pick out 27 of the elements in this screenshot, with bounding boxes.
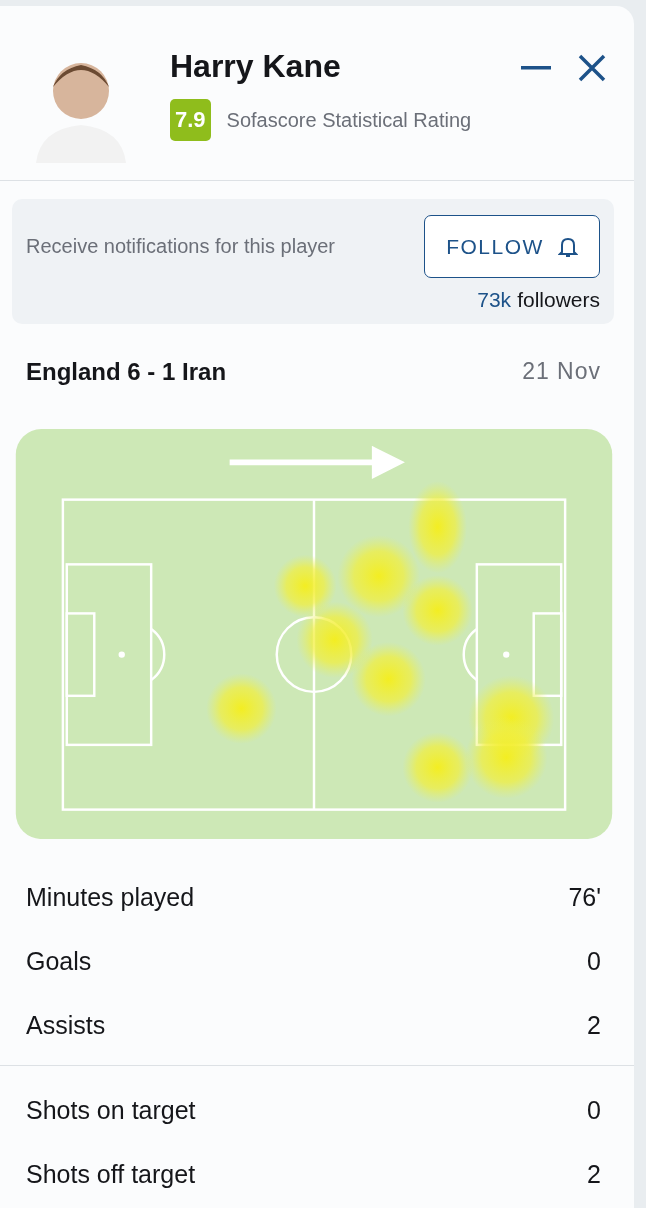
heat-spot [402, 732, 473, 803]
heat-spot [206, 673, 277, 744]
stat-value: 0 [587, 946, 601, 976]
match-date: 21 Nov [522, 358, 601, 386]
stat-value: 76' [568, 882, 601, 912]
match-title: England 6 - 1 Iran [26, 358, 227, 387]
stat-label: Goals [26, 946, 92, 976]
stat-label: Minutes played [26, 882, 195, 912]
stat-value: 2 [587, 1010, 601, 1040]
followers-label: followers [517, 288, 600, 313]
close-button[interactable] [576, 52, 608, 84]
player-name: Harry Kane [170, 48, 342, 85]
stat-value: 0 [587, 1095, 601, 1125]
heat-spot [402, 575, 473, 646]
bell-icon [557, 235, 578, 258]
minimize-icon [521, 66, 551, 70]
heat-spot [273, 554, 337, 618]
close-icon [578, 54, 606, 82]
stat-label: Assists [26, 1010, 106, 1040]
rating-label: Sofascore Statistical Rating [226, 108, 472, 132]
follower-count: 73k [477, 288, 512, 313]
follow-button[interactable]: FOLLOW [424, 215, 600, 279]
notification-text: Receive notifications for this player [26, 234, 336, 260]
rating-badge: 7.9 [170, 99, 211, 141]
stat-value: 2 [587, 1159, 601, 1189]
stat-label: Shots off target [26, 1159, 196, 1189]
stat-label: Shots on target [26, 1095, 196, 1125]
